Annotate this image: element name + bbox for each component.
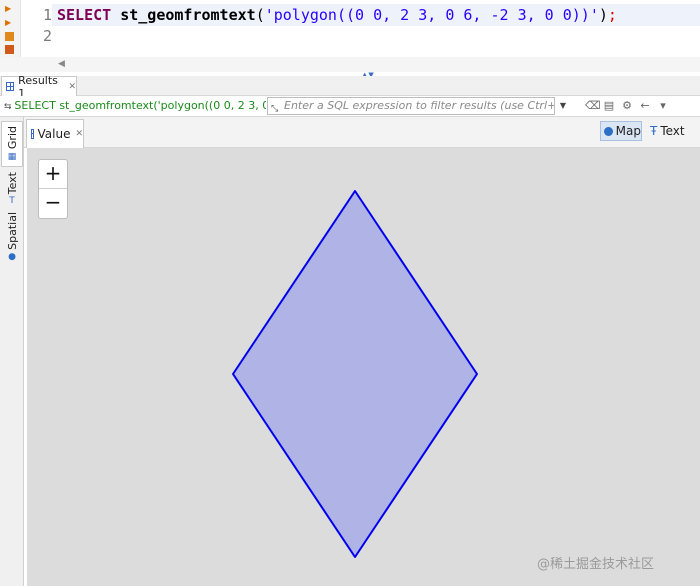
nav-back-icon[interactable]: ←	[639, 99, 651, 112]
filter-input[interactable]: ⤡ Enter a SQL expression to filter resul…	[267, 97, 555, 115]
editor-horizontal-scrollbar[interactable]: ◀	[0, 57, 700, 72]
clear-filter-icon[interactable]: ⌫	[585, 99, 601, 112]
tab-spatial[interactable]: Spatial ●	[1, 212, 23, 262]
more-icon[interactable]: ▾	[657, 99, 669, 112]
sql-close-paren: )	[598, 6, 608, 24]
tab-spatial-label: Spatial	[5, 212, 19, 250]
filter-placeholder: Enter a SQL expression to filter results…	[284, 99, 555, 112]
globe-icon: ●	[8, 251, 16, 262]
line-number: 1	[42, 6, 52, 24]
sql-open-paren: (	[255, 6, 265, 24]
zoom-out-button[interactable]: −	[39, 189, 67, 218]
geometry-polygon[interactable]	[232, 190, 478, 558]
export-icon[interactable]	[5, 45, 14, 54]
results-grid-icon	[6, 82, 15, 91]
text-mode-icon: T	[9, 196, 15, 207]
query-icon: ⇆	[4, 102, 15, 112]
value-tab-label: Value	[37, 127, 71, 141]
line-numbers: 1 2	[26, 5, 52, 47]
tab-value[interactable]: Value ✕	[26, 119, 84, 148]
sql-keyword: SELECT	[57, 6, 112, 24]
map-mode-label: Map	[615, 124, 641, 138]
text-mode-label: Text	[660, 124, 685, 138]
tab-grid-label: Grid	[5, 126, 19, 150]
sql-code[interactable]: SELECT st_geomfromtext('polygon((0 0, 2 …	[57, 5, 617, 26]
sql-string-literal: 'polygon((0 0, 2 3, 0 6, -2 3, 0 0))'	[264, 6, 599, 24]
tab-text-label: Text	[5, 171, 19, 195]
map-mode-button[interactable]: Map	[600, 121, 642, 141]
result-view-tabs: Grid ▦ Text T Spatial ●	[0, 117, 24, 586]
map-canvas	[232, 190, 478, 558]
sql-editor[interactable]: ▶ ▶ 1 2 SELECT st_geomfromtext('polygon(…	[0, 0, 700, 57]
text-mode-button[interactable]: Ŧ Text	[648, 121, 688, 141]
save-filter-icon[interactable]: ▤	[603, 99, 615, 112]
sql-semicolon: ;	[607, 6, 617, 24]
value-panel-icon	[31, 129, 34, 139]
watermark: @稀土掘金技术社区	[537, 557, 655, 572]
filter-settings-icon[interactable]: ⚙	[621, 99, 633, 112]
results-tab-strip: Results 1 ✕	[0, 74, 700, 100]
globe-icon	[604, 126, 613, 136]
execute-script-icon[interactable]: ▶	[5, 18, 15, 28]
filter-expand-icon: ⤡	[271, 104, 279, 114]
filter-bar: ⇆ SELECT st_geomfromtext('polygon((0 0, …	[0, 96, 700, 117]
tab-grid[interactable]: Grid ▦	[1, 121, 23, 167]
tab-text[interactable]: Text T	[1, 169, 23, 209]
text-icon: Ŧ	[650, 124, 658, 138]
execute-statement-icon[interactable]: ▶	[5, 4, 15, 14]
close-icon[interactable]: ✕	[75, 129, 83, 139]
value-panel-header: Value ✕ Map Ŧ Text	[24, 117, 700, 148]
editor-toolbar-gutter: ▶ ▶	[0, 0, 21, 57]
explain-plan-icon[interactable]	[5, 32, 14, 41]
filter-history-dropdown[interactable]: ▼	[557, 97, 569, 115]
sql-function: st_geomfromtext	[120, 6, 256, 24]
scroll-left-icon[interactable]: ◀	[58, 59, 65, 69]
close-icon[interactable]: ✕	[68, 82, 76, 92]
spatial-map-view[interactable]: + − @稀土掘金技术社区	[27, 148, 700, 586]
grid-icon: ▦	[7, 151, 17, 162]
query-text-label: ⇆ SELECT st_geomfromtext('polygon((0 0, …	[4, 99, 266, 112]
tab-results-1[interactable]: Results 1 ✕	[1, 74, 77, 100]
zoom-in-button[interactable]: +	[39, 160, 67, 189]
zoom-control: + −	[38, 159, 68, 219]
filter-toolbar: ⌫ ▤ ⚙ ← ▾	[585, 99, 669, 112]
line-number: 2	[42, 27, 52, 45]
query-text: SELECT st_geomfromtext('polygon((0 0, 2 …	[14, 99, 266, 112]
